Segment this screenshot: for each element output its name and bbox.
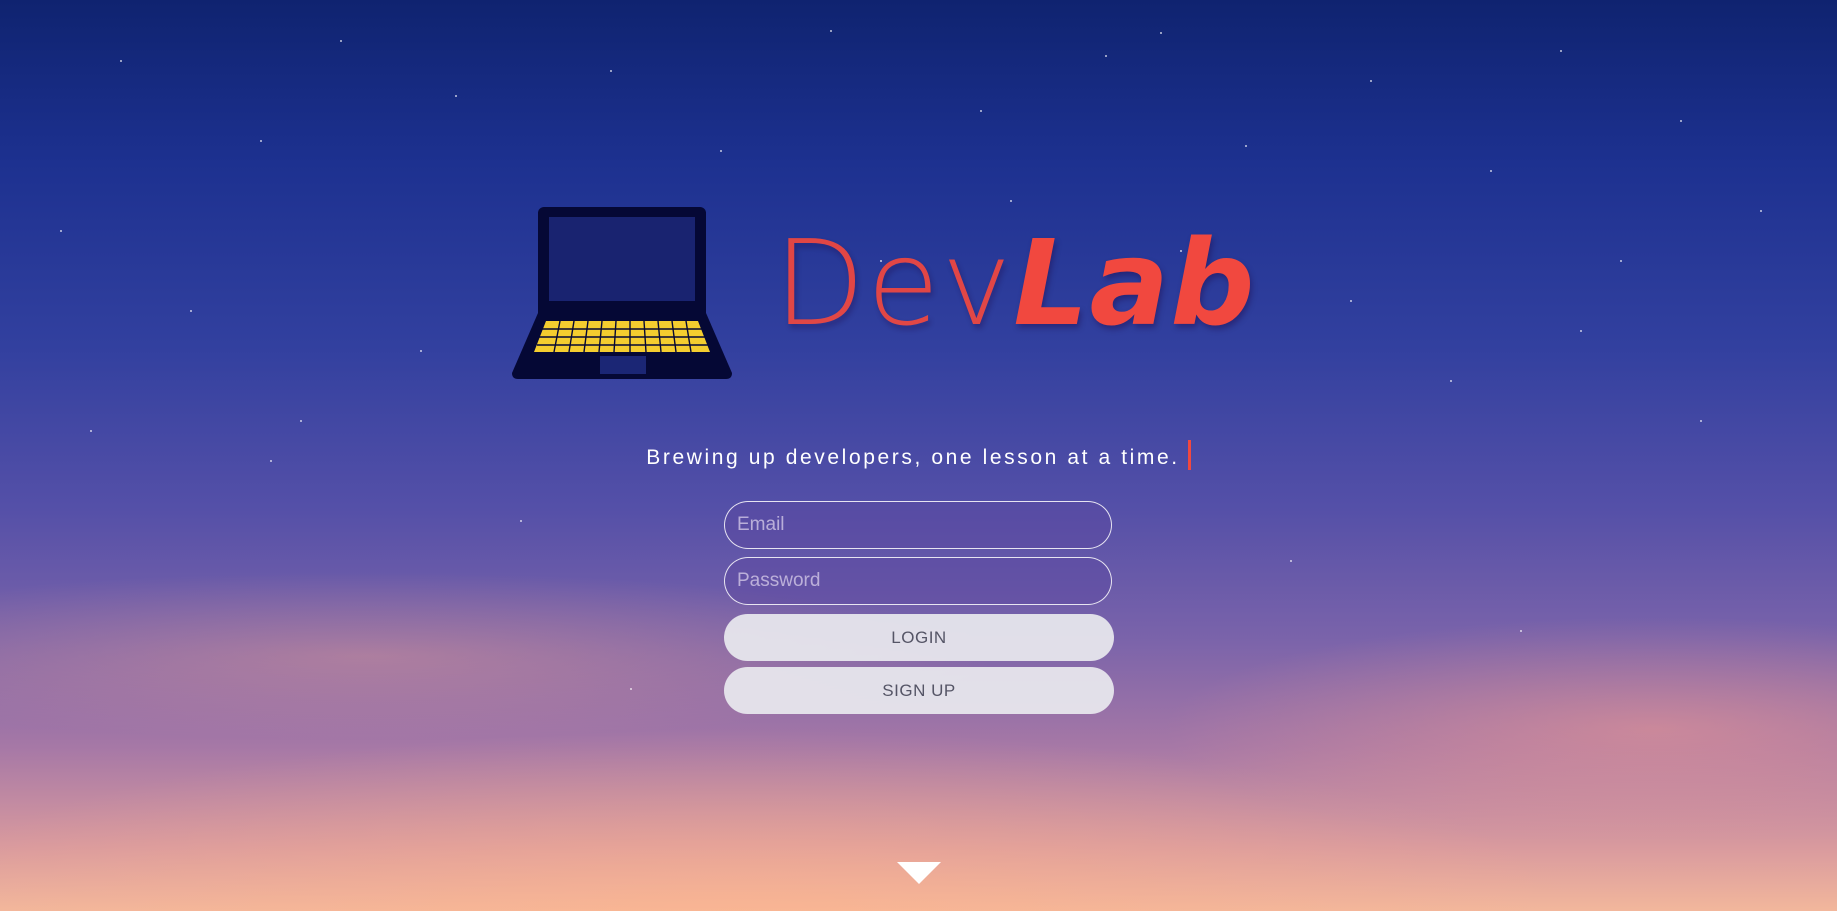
typing-cursor: [1187, 440, 1191, 471]
signup-button[interactable]: SIGN UP: [724, 667, 1114, 714]
email-input[interactable]: [724, 501, 1112, 549]
laptop-icon: [512, 207, 732, 379]
password-input[interactable]: [724, 557, 1112, 605]
devlab-logo[interactable]: DevLab: [512, 205, 1302, 385]
brand-name-lab: Lab: [1013, 214, 1256, 352]
tagline-text: Brewing up developers, one lesson at a t…: [646, 446, 1180, 469]
chevron-down-icon[interactable]: [897, 862, 941, 884]
login-button[interactable]: LOGIN: [724, 614, 1114, 661]
brand-name-dev: Dev: [774, 214, 1014, 352]
brand-wordmark: DevLab: [774, 213, 1256, 353]
hero-tagline: Brewing up developers, one lesson at a t…: [0, 440, 1837, 471]
